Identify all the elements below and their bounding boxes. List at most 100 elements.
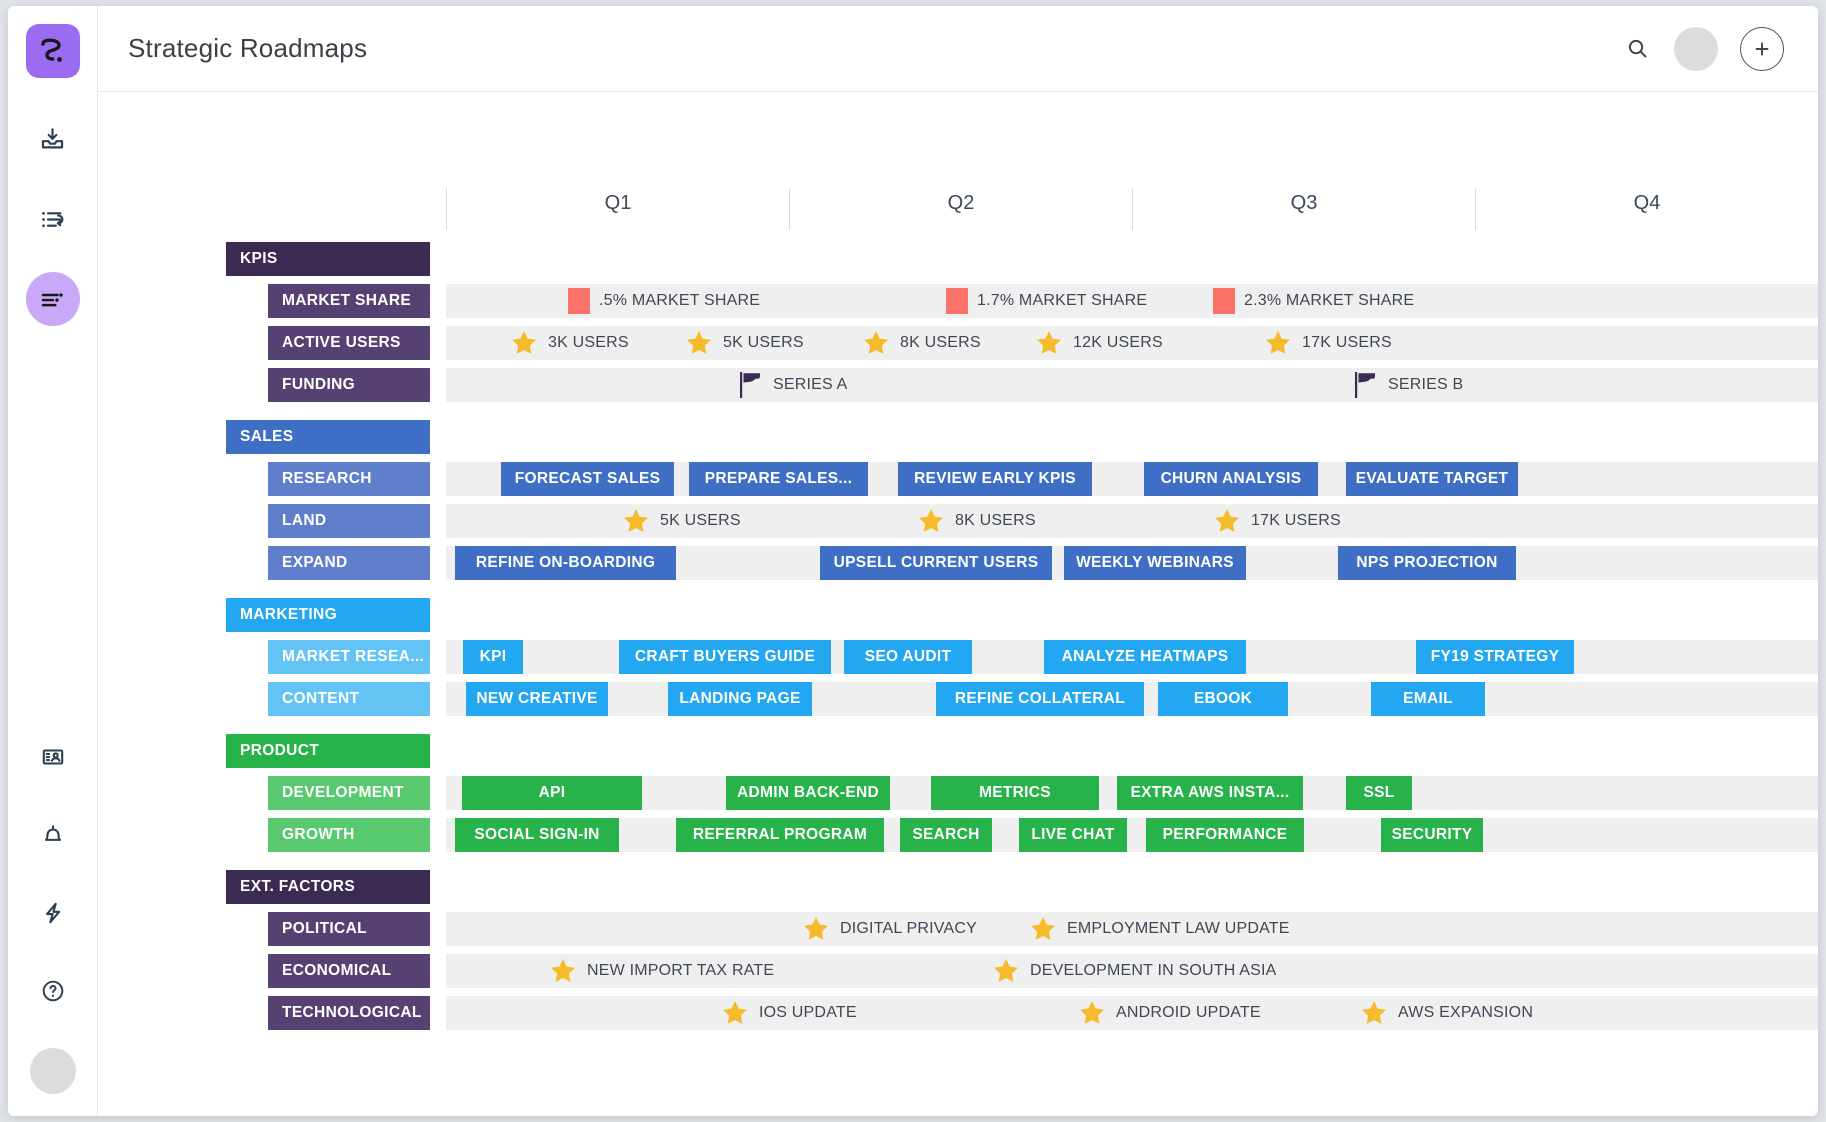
row-label-research[interactable]: RESEARCH: [268, 462, 430, 496]
contact-card-icon[interactable]: [26, 730, 80, 784]
group-label-product[interactable]: PRODUCT: [226, 734, 430, 768]
roadmap-bar[interactable]: REFERRAL PROGRAM: [676, 818, 884, 852]
roadmap-bar[interactable]: UPSELL CURRENT USERS: [820, 546, 1052, 580]
roadmap-milestone-star[interactable]: 5K USERS: [684, 326, 804, 360]
rail-bottom-group: [26, 730, 80, 1116]
roadmap-bar[interactable]: EBOOK: [1158, 682, 1288, 716]
row-label-funding[interactable]: FUNDING: [268, 368, 430, 402]
roadmap-bar[interactable]: CRAFT BUYERS GUIDE: [619, 640, 831, 674]
quarter-header-q2: Q2: [789, 188, 1132, 230]
roadmap-milestone-star[interactable]: 5K USERS: [621, 504, 741, 538]
roadmap-bar[interactable]: ANALYZE HEATMAPS: [1044, 640, 1246, 674]
row-label-technological[interactable]: TECHNOLOGICAL: [268, 996, 430, 1030]
roadmap-milestone-star[interactable]: ANDROID UPDATE: [1077, 996, 1261, 1030]
row-label-economical[interactable]: ECONOMICAL: [268, 954, 430, 988]
milestone-label: SERIES A: [773, 376, 848, 393]
roadmap-bar[interactable]: LANDING PAGE: [668, 682, 812, 716]
row-label-market-resea[interactable]: MARKET RESEA...: [268, 640, 430, 674]
help-circle-icon[interactable]: [26, 964, 80, 1018]
roadmap-bar[interactable]: REVIEW EARLY KPIS: [898, 462, 1092, 496]
roadmap-milestone-star[interactable]: 17K USERS: [1263, 326, 1392, 360]
row-label-active-users[interactable]: ACTIVE USERS: [268, 326, 430, 360]
roadmap-bar[interactable]: WEEKLY WEBINARS: [1064, 546, 1246, 580]
square-marker-icon: [1213, 288, 1235, 314]
roadmap-milestone-flag[interactable]: SERIES A: [738, 368, 848, 402]
user-avatar[interactable]: [29, 1048, 76, 1094]
roadmap-milestone-star[interactable]: 3K USERS: [509, 326, 629, 360]
list-reply-icon[interactable]: [26, 192, 80, 246]
roadmap-bar[interactable]: SEARCH: [900, 818, 992, 852]
avatar[interactable]: [1674, 26, 1718, 71]
roadmap-milestone-star[interactable]: DEVELOPMENT IN SOUTH ASIA: [991, 954, 1277, 988]
roadmap-milestone-star[interactable]: NEW IMPORT TAX RATE: [548, 954, 774, 988]
search-icon[interactable]: [1622, 34, 1652, 64]
row-band: [446, 368, 1818, 402]
milestone-label: DEVELOPMENT IN SOUTH ASIA: [1030, 962, 1277, 979]
milestone-label: AWS EXPANSION: [1398, 1004, 1534, 1021]
roadmap-bar[interactable]: NEW CREATIVE: [466, 682, 608, 716]
quarter-header-q4: Q4: [1475, 188, 1818, 230]
roadmap-milestone-star[interactable]: IOS UPDATE: [720, 996, 857, 1030]
roadmap-bar[interactable]: FORECAST SALES: [501, 462, 674, 496]
roadmap-bar[interactable]: REFINE COLLATERAL: [936, 682, 1144, 716]
row-label-market-share[interactable]: MARKET SHARE: [268, 284, 430, 318]
top-bar: Strategic Roadmaps: [98, 6, 1818, 92]
inbox-download-icon[interactable]: [26, 112, 80, 166]
row-label-expand[interactable]: EXPAND: [268, 546, 430, 580]
roadmap-canvas: Q1 Q2 Q3 Q4 KPIS MARKET SHARE ACTIVE USERS FUN…: [98, 92, 1818, 1116]
milestone-label: 5K USERS: [723, 334, 804, 351]
row-label-content[interactable]: CONTENT: [268, 682, 430, 716]
roadmap-milestone-star[interactable]: 12K USERS: [1034, 326, 1163, 360]
quarter-header-q3: Q3: [1132, 188, 1475, 230]
roadmap-bar[interactable]: EXTRA AWS INSTA...: [1117, 776, 1303, 810]
roadmap-bar[interactable]: CHURN ANALYSIS: [1144, 462, 1318, 496]
add-button[interactable]: [1740, 26, 1784, 71]
roadmap-bar[interactable]: SEO AUDIT: [844, 640, 972, 674]
roadmap-milestone-star[interactable]: AWS EXPANSION: [1359, 996, 1533, 1030]
roadmap-bar[interactable]: FY19 STRATEGY: [1416, 640, 1574, 674]
group-label-sales[interactable]: SALES: [226, 420, 430, 454]
roadmap-milestone-star[interactable]: 17K USERS: [1212, 504, 1341, 538]
roadmap-milestone-square[interactable]: 2.3% MARKET SHARE: [1213, 284, 1414, 318]
roadmap-bar[interactable]: SOCIAL SIGN-IN: [455, 818, 619, 852]
roadmap-milestone-square[interactable]: .5% MARKET SHARE: [568, 284, 760, 318]
bell-icon[interactable]: [26, 808, 80, 862]
row-label-growth[interactable]: GROWTH: [268, 818, 430, 852]
roadmap-bar[interactable]: NPS PROJECTION: [1338, 546, 1516, 580]
roadmap-bar[interactable]: EVALUATE TARGET: [1346, 462, 1518, 496]
roadmap-bar[interactable]: LIVE CHAT: [1019, 818, 1127, 852]
roadmap-bar[interactable]: SSL: [1346, 776, 1412, 810]
roadmap-milestone-star[interactable]: EMPLOYMENT LAW UPDATE: [1028, 912, 1290, 946]
milestone-label: 17K USERS: [1251, 512, 1341, 529]
app-window: Strategic Roadmaps Q1 Q2 Q3 Q4 KPIS MARK…: [8, 6, 1818, 1116]
roadmap-bar[interactable]: ADMIN BACK-END: [726, 776, 890, 810]
group-label-marketing[interactable]: MARKETING: [226, 598, 430, 632]
roadmap-bar[interactable]: METRICS: [931, 776, 1099, 810]
roadmap-milestone-flag[interactable]: SERIES B: [1353, 368, 1463, 402]
roadmap-milestone-star[interactable]: DIGITAL PRIVACY: [801, 912, 977, 946]
roadmap-bar[interactable]: API: [462, 776, 642, 810]
roadmap-milestone-square[interactable]: 1.7% MARKET SHARE: [946, 284, 1147, 318]
roadmap-bar[interactable]: PREPARE SALES...: [689, 462, 868, 496]
roadmap-milestone-star[interactable]: 8K USERS: [861, 326, 981, 360]
roadmap-bar[interactable]: KPI: [463, 640, 523, 674]
roadmap-bar[interactable]: PERFORMANCE: [1146, 818, 1304, 852]
roadmap-bar[interactable]: SECURITY: [1381, 818, 1483, 852]
row-label-development[interactable]: DEVELOPMENT: [268, 776, 430, 810]
row-label-political[interactable]: POLITICAL: [268, 912, 430, 946]
lightning-icon[interactable]: [26, 886, 80, 940]
quarter-header-row: Q1 Q2 Q3 Q4: [98, 188, 1818, 230]
group-label-ext-factors[interactable]: EXT. FACTORS: [226, 870, 430, 904]
roadmap-milestone-star[interactable]: 8K USERS: [916, 504, 1036, 538]
roadmap-bar[interactable]: REFINE ON-BOARDING: [455, 546, 676, 580]
milestone-label: EMPLOYMENT LAW UPDATE: [1067, 920, 1290, 937]
roadmap-lines-icon[interactable]: [25, 272, 80, 326]
square-marker-icon: [568, 288, 590, 314]
group-label-kpis[interactable]: KPIS: [226, 242, 430, 276]
row-label-land[interactable]: LAND: [268, 504, 430, 538]
milestone-label: 1.7% MARKET SHARE: [977, 292, 1148, 309]
pendo-logo[interactable]: [25, 24, 80, 78]
row-band: [446, 818, 1818, 852]
roadmap-bar[interactable]: EMAIL: [1371, 682, 1485, 716]
milestone-label: 8K USERS: [900, 334, 981, 351]
